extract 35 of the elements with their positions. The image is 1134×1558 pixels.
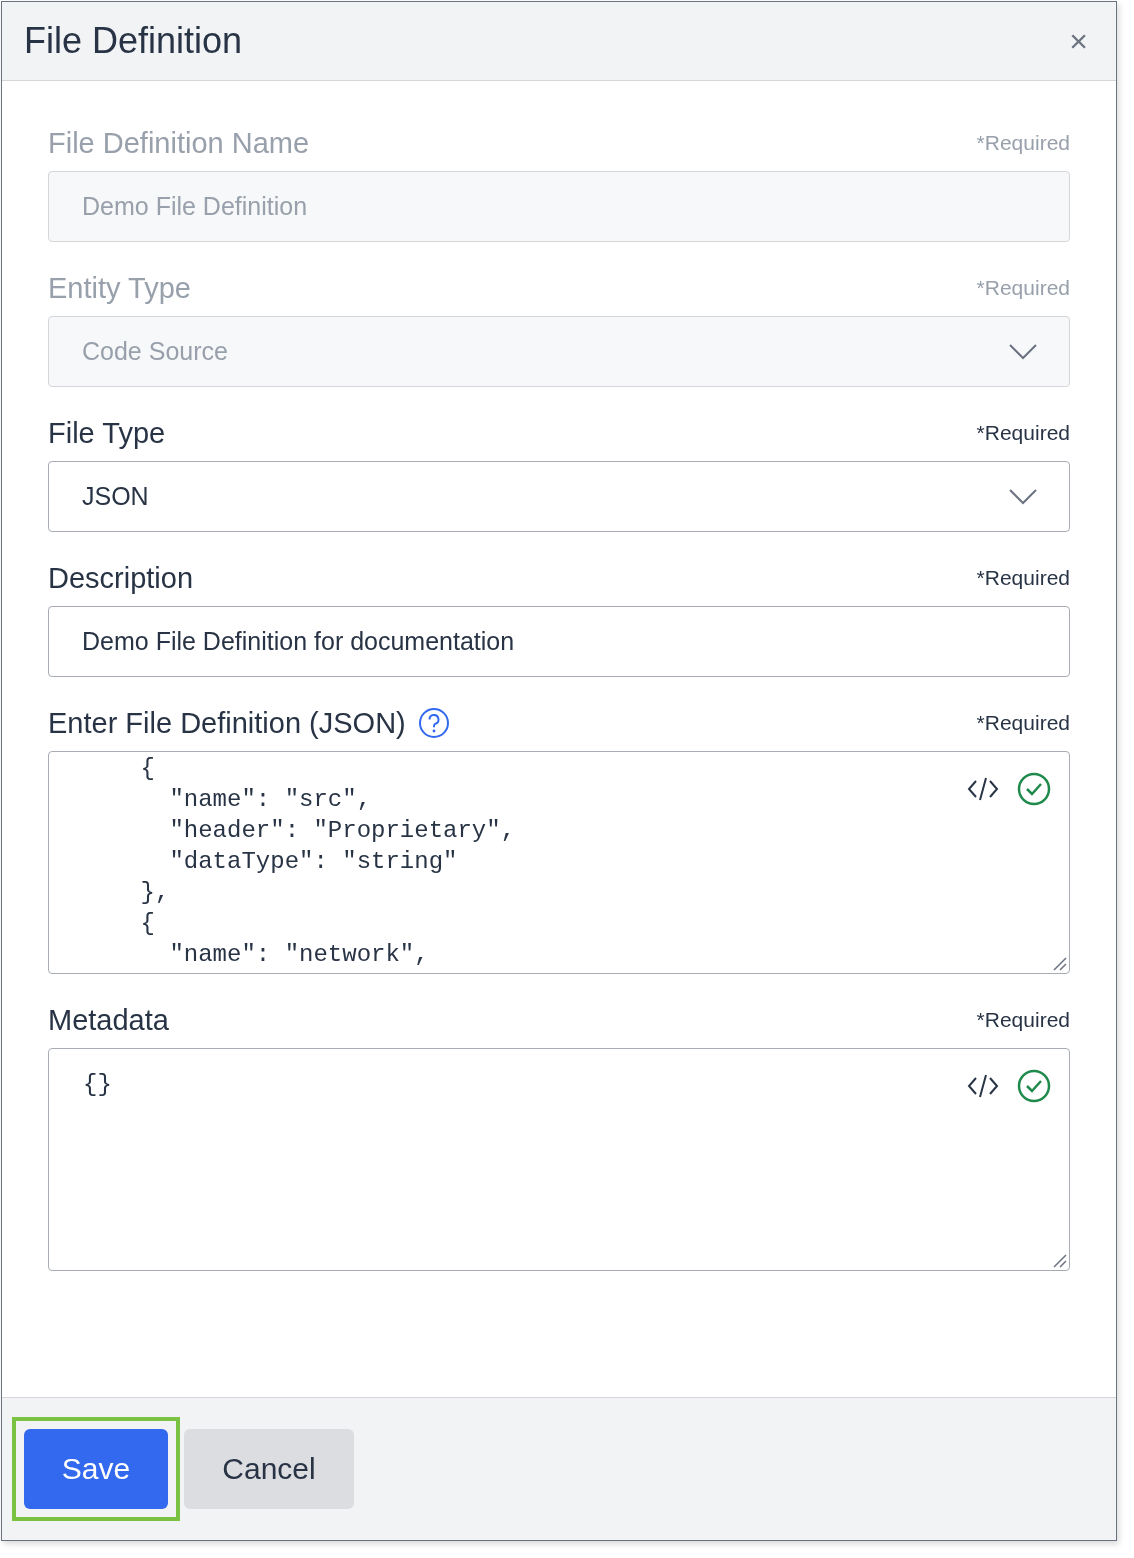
required-note: *Required xyxy=(976,276,1070,300)
code-line: "header": "Proprietary", xyxy=(168,816,517,846)
required-note: *Required xyxy=(976,131,1070,155)
chevron-down-icon xyxy=(1009,488,1037,505)
chevron-down-icon xyxy=(1009,343,1037,360)
field-label: Entity Type xyxy=(48,271,191,305)
code-line: }, xyxy=(139,878,171,908)
resize-handle-icon[interactable] xyxy=(1051,955,1067,971)
code-editor[interactable]: {} xyxy=(48,1048,1070,1271)
text-field[interactable]: Demo File Definition for documentation xyxy=(48,606,1070,677)
cancel-button[interactable]: Cancel xyxy=(184,1429,354,1509)
resize-handle-icon[interactable] xyxy=(1051,1252,1067,1268)
field-label: Description xyxy=(48,561,194,595)
field-label: File Type xyxy=(48,416,166,450)
save-button[interactable]: Save xyxy=(24,1429,168,1509)
field-label: Metadata xyxy=(48,1003,169,1037)
code-line: "dataType": "string" xyxy=(168,847,459,877)
help-icon[interactable] xyxy=(417,707,450,739)
field-label: File Definition Name xyxy=(48,126,310,160)
close-button[interactable]: × xyxy=(1063,22,1094,60)
code-line: "name": "src", xyxy=(168,785,373,815)
code-editor[interactable]: { "name": "src", "header": "Proprietary", "dataType": "string" }, { "name": "network", xyxy=(48,751,1070,974)
code-line: {} xyxy=(83,1070,113,1100)
field-label: Enter File Definition (JSON) xyxy=(48,706,406,740)
code-icon[interactable] xyxy=(967,775,999,803)
code-line: { xyxy=(139,909,156,939)
required-note: *Required xyxy=(976,711,1070,735)
code-line: { xyxy=(139,754,156,784)
select-field[interactable]: JSON xyxy=(48,461,1070,532)
required-note: *Required xyxy=(976,1008,1070,1032)
required-note: *Required xyxy=(976,421,1070,445)
code-icon[interactable] xyxy=(967,1072,999,1100)
code-line: "name": "network", xyxy=(168,940,430,970)
dialog-title: File Definition xyxy=(24,20,243,62)
required-note: *Required xyxy=(976,566,1070,590)
